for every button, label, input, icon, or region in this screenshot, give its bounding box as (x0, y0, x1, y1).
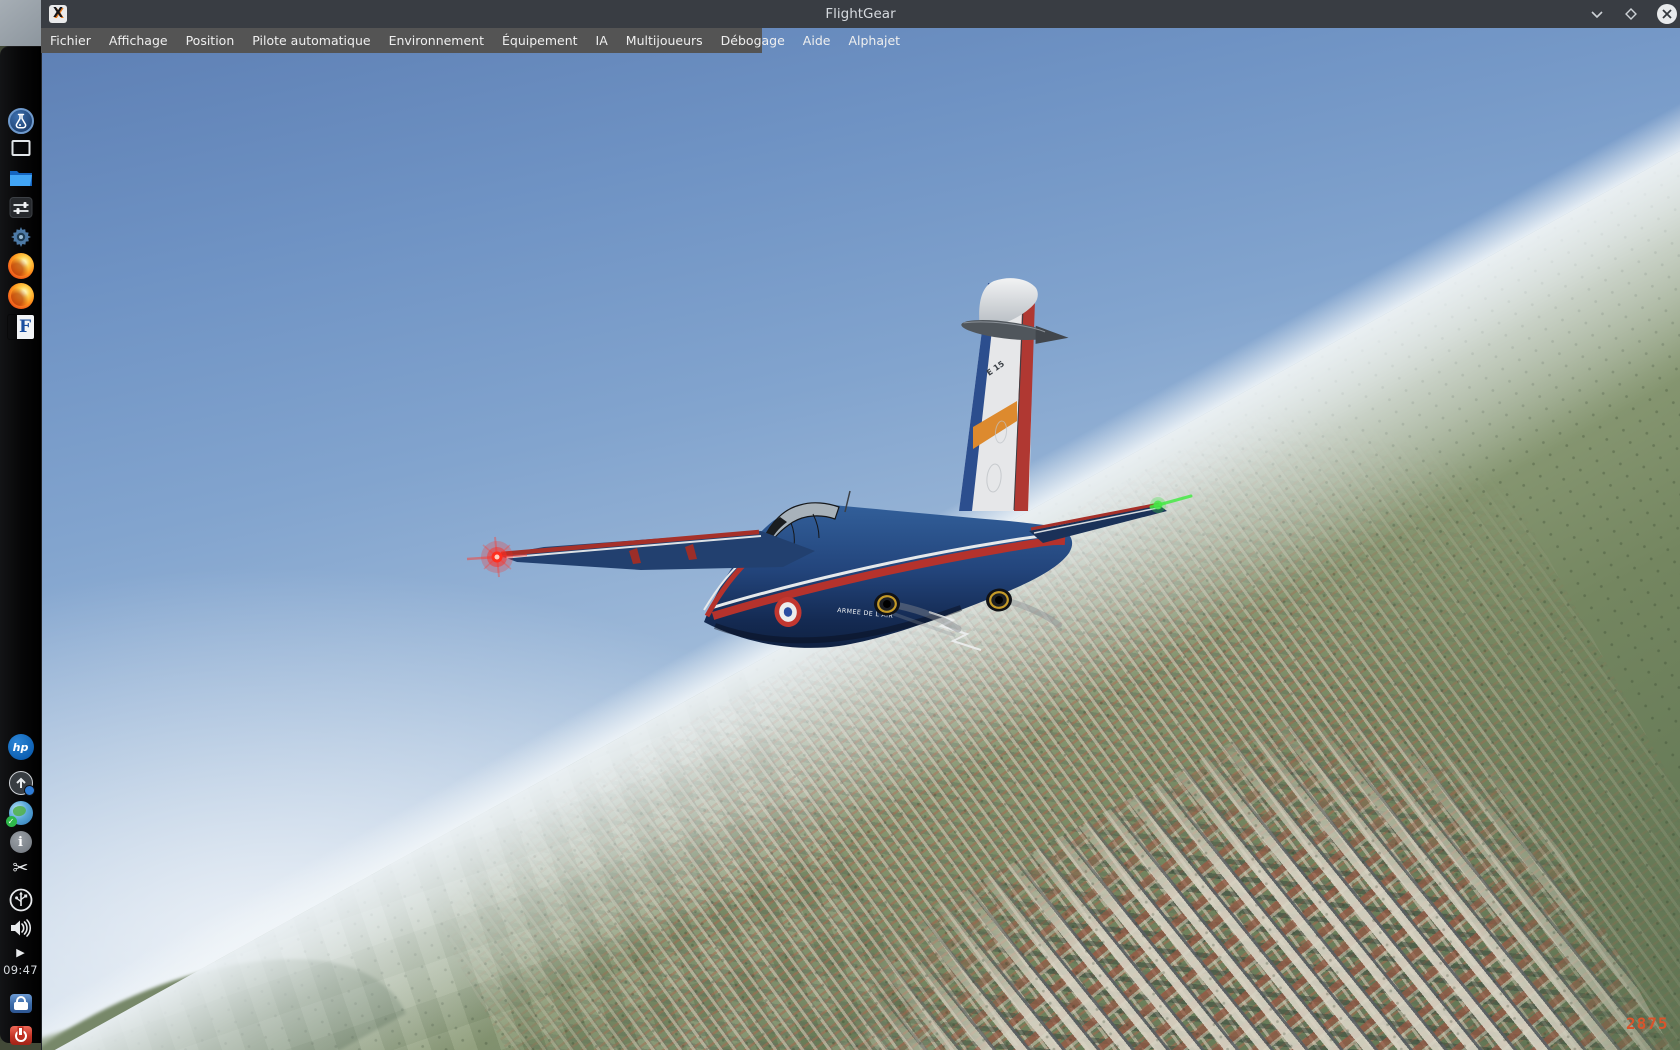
tail-fin: E 15 (959, 278, 1069, 511)
flightgear-3d-viewport[interactable]: E 15 ARMEE DE L'AIR 2875 (41, 28, 1680, 1050)
fuselage: ARMEE DE L'AIR (703, 490, 1073, 651)
lock-screen-icon[interactable] (9, 994, 32, 1013)
menu-item-position[interactable]: Position (177, 28, 244, 53)
alpha-jet-aircraft: E 15 ARMEE DE L'AIR (466, 278, 1193, 651)
window-title: FlightGear (825, 6, 896, 22)
power-icon[interactable] (9, 1026, 32, 1045)
info-icon[interactable]: i (9, 831, 32, 853)
software-updates-icon[interactable] (8, 771, 35, 796)
menubar: Fichier Affichage Position Pilote automa… (41, 28, 900, 53)
menu-item-multijoueurs[interactable]: Multijoueurs (617, 28, 712, 53)
usb-device-icon[interactable] (9, 888, 33, 912)
right-wing (1029, 502, 1167, 543)
minimize-button[interactable] (1586, 3, 1608, 25)
menu-item-pilote-automatique[interactable]: Pilote automatique (243, 28, 379, 53)
frame-counter: 2875 (1626, 1014, 1669, 1033)
maximize-button[interactable] (1620, 3, 1642, 25)
hp-tools-icon[interactable]: hp (7, 734, 34, 760)
menu-item-ia[interactable]: IA (587, 28, 617, 53)
volume-icon[interactable] (9, 918, 33, 938)
panel-clock[interactable]: 09:47 (3, 963, 38, 977)
menu-item-fichier[interactable]: Fichier (41, 28, 100, 53)
flightgear-window: E 15 ARMEE DE L'AIR 2875 Fichier Afficha… (41, 0, 1680, 1050)
desktop-pager-icon[interactable] (11, 140, 30, 156)
network-globe-icon[interactable]: ✓ (5, 801, 33, 827)
chevron-down-icon (1591, 11, 1603, 19)
app-launcher-icon[interactable] (7, 108, 34, 134)
firefox-icon-2[interactable] (7, 283, 34, 309)
system-settings-gear-icon[interactable] (9, 225, 33, 249)
menu-item-environnement[interactable]: Environnement (380, 28, 493, 53)
menu-item-equipement[interactable]: Équipement (493, 28, 587, 53)
close-button[interactable] (1656, 3, 1678, 25)
check-badge: ✓ (5, 816, 17, 827)
panel-expander-icon[interactable]: ▶ (16, 946, 24, 959)
menu-item-aide[interactable]: Aide (794, 28, 840, 53)
flightgear-f-glyph: F (16, 315, 34, 339)
file-manager-icon[interactable] (9, 167, 33, 187)
close-icon (1657, 4, 1677, 24)
desktop-wallpaper (0, 0, 47, 46)
menu-item-debogage[interactable]: Débogage (712, 28, 794, 53)
menu-item-alphajet[interactable]: Alphajet (839, 28, 909, 53)
update-badge (23, 785, 35, 796)
desktop-panel: F hp ✓ i ✂ ▶ 09:47 (0, 46, 41, 1045)
clipboard-scissors-icon[interactable]: ✂ (13, 857, 29, 879)
firefox-icon[interactable] (7, 253, 34, 279)
titlebar[interactable]: X FlightGear (41, 0, 1680, 28)
power-bar (19, 1027, 22, 1035)
lock-body (13, 1002, 28, 1010)
left-wing (498, 529, 815, 570)
settings-sliders-icon[interactable] (9, 197, 32, 218)
flightgear-icon[interactable]: F (8, 315, 34, 339)
diamond-icon (1625, 8, 1637, 20)
green-nav-light (1149, 494, 1193, 513)
menu-item-affichage[interactable]: Affichage (100, 28, 177, 53)
